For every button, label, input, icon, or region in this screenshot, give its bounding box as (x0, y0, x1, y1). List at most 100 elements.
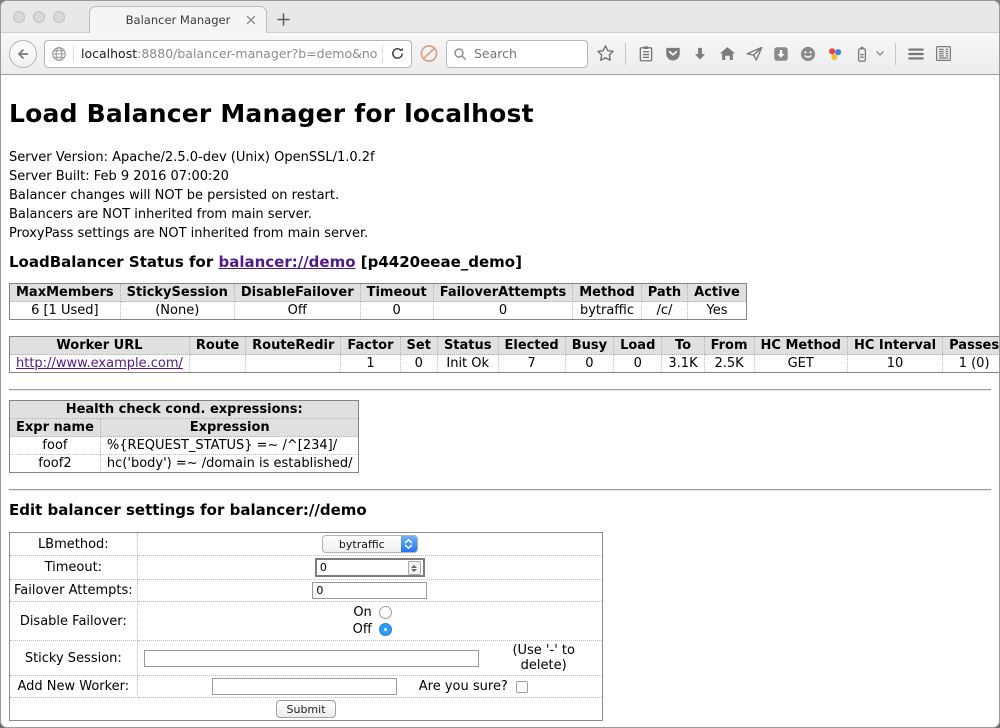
tab-balancer-manager[interactable]: Balancer Manager (89, 6, 267, 33)
balancer-demo-link[interactable]: balancer://demo (218, 253, 355, 271)
sticky-session-input[interactable] (144, 650, 480, 667)
col-status: Status (437, 337, 498, 355)
reader-grid-icon[interactable] (933, 44, 953, 64)
cell-hc-interval: 10 (847, 355, 942, 373)
downloads-icon[interactable] (690, 44, 710, 64)
col-from: From (704, 337, 754, 355)
number-stepper-icon[interactable] (408, 561, 421, 575)
cell-failoverattempts: 0 (433, 302, 573, 320)
cell-expr-name: foof (10, 437, 101, 455)
col-failoverattempts: FailoverAttempts (433, 284, 573, 302)
reload-button[interactable] (387, 44, 407, 64)
page-content: Load Balancer Manager for localhost Serv… (1, 75, 999, 728)
close-window-button[interactable] (13, 11, 25, 23)
are-you-sure-checkbox[interactable] (516, 681, 528, 693)
health-table-title: Health check cond. expressions: (10, 401, 359, 419)
browser-window: Balancer Manager localhost:8880/balancer… (0, 0, 1000, 728)
lbmethod-select[interactable]: bytraffic (322, 535, 418, 553)
url-bar[interactable]: localhost:8880/balancer-manager?b=demo&n… (44, 40, 412, 68)
table-row: foof %{REQUEST_STATUS} =~ /^[234]/ (10, 437, 359, 455)
url-divider (382, 45, 383, 63)
select-stepper-icon (401, 536, 417, 552)
zoom-window-button[interactable] (53, 11, 65, 23)
cell-maxmembers: 6 [1 Used] (10, 302, 121, 320)
col-path: Path (641, 284, 687, 302)
cell-expression: %{REQUEST_STATUS} =~ /^[234]/ (100, 437, 359, 455)
worker-table: Worker URL Route RouteRedir Factor Set S… (9, 336, 999, 373)
cell-timeout: 0 (360, 302, 433, 320)
form-row-failover-attempts: Failover Attempts: (10, 580, 603, 602)
inherit-notice-line: Balancers are NOT inherited from main se… (9, 205, 991, 224)
form-row-submit: Submit (10, 698, 603, 721)
col-factor: Factor (341, 337, 400, 355)
col-timeout: Timeout (360, 284, 433, 302)
edit-balancer-heading: Edit balancer settings for balancer://de… (9, 501, 991, 519)
sticky-session-label: Sticky Session: (10, 641, 138, 676)
form-row-sticky-session: Sticky Session: (Use '-' to delete) (10, 641, 603, 676)
globe-icon (51, 46, 74, 62)
download-panel-icon[interactable] (771, 44, 791, 64)
disable-failover-off-radio[interactable] (379, 623, 392, 636)
table-header-row: Worker URL Route RouteRedir Factor Set S… (10, 337, 1000, 355)
cell-active: Yes (688, 302, 747, 320)
cell-from: 2.5K (704, 355, 754, 373)
col-elected: Elected (498, 337, 565, 355)
add-worker-input[interactable] (212, 678, 397, 695)
chat-smiley-icon[interactable] (798, 44, 818, 64)
col-passes: Passes (943, 337, 999, 355)
persist-notice-line: Balancer changes will NOT be persisted o… (9, 186, 991, 205)
url-host: localhost (81, 46, 137, 61)
cell-expr-name: foof2 (10, 455, 101, 473)
cell-disablefailover: Off (234, 302, 360, 320)
pocket-icon[interactable] (663, 44, 683, 64)
chevron-down-icon[interactable] (875, 44, 885, 64)
are-you-sure-label: Are you sure? (419, 679, 508, 694)
failover-attempts-label: Failover Attempts: (10, 580, 138, 602)
tab-bar: Balancer Manager (1, 1, 999, 33)
cell-busy: 0 (565, 355, 613, 373)
back-button[interactable] (9, 40, 37, 68)
cell-status: Init Ok (437, 355, 498, 373)
col-busy: Busy (565, 337, 613, 355)
disable-failover-label: Disable Failover: (10, 602, 138, 641)
toolbar-separator (895, 43, 896, 65)
cell-path: /c/ (641, 302, 687, 320)
loadbalancer-status-heading: LoadBalancer Status for balancer://demo … (9, 253, 991, 271)
col-expr-name: Expr name (10, 419, 101, 437)
minimize-window-button[interactable] (33, 11, 45, 23)
new-tab-button[interactable] (273, 9, 293, 29)
submit-button[interactable]: Submit (276, 700, 335, 718)
form-row-add-worker: Add New Worker: Are you sure? (10, 676, 603, 698)
disable-failover-on-radio[interactable] (379, 606, 392, 619)
navigation-toolbar: localhost:8880/balancer-manager?b=demo&n… (1, 33, 999, 75)
url-path: :8880/balancer-manager?b=demo&nonce=decc… (137, 46, 378, 61)
col-routeredir: RouteRedir (246, 337, 341, 355)
col-maxmembers: MaxMembers (10, 284, 121, 302)
search-input[interactable] (472, 45, 572, 62)
col-stickysession: StickySession (120, 284, 234, 302)
search-icon (453, 47, 467, 61)
table-row: foof2 hc('body') =~ /domain is establish… (10, 455, 359, 473)
form-row-lbmethod: LBmethod: bytraffic (10, 533, 603, 556)
col-to: To (662, 337, 704, 355)
timeout-label: Timeout: (10, 556, 138, 580)
section-divider (9, 389, 991, 391)
failover-attempts-input[interactable] (312, 582, 427, 599)
worker-url-link[interactable]: http://www.example.com/ (16, 356, 183, 371)
server-built-line: Server Built: Feb 9 2016 07:00:20 (9, 167, 991, 186)
server-info: Server Version: Apache/2.5.0-dev (Unix) … (9, 148, 991, 243)
reading-list-icon[interactable] (636, 44, 656, 64)
add-worker-label: Add New Worker: (10, 676, 138, 698)
cell-set: 0 (400, 355, 437, 373)
bookmark-star-icon[interactable] (595, 44, 615, 64)
battery-icon[interactable] (852, 44, 872, 64)
send-plane-icon[interactable] (744, 44, 764, 64)
color-dots-extension-icon[interactable] (825, 44, 845, 64)
search-bar[interactable] (446, 40, 588, 68)
image-blocker-icon[interactable] (419, 44, 439, 64)
table-header-row: MaxMembers StickySession DisableFailover… (10, 284, 747, 302)
tab-close-icon[interactable] (245, 14, 257, 26)
home-icon[interactable] (717, 44, 737, 64)
cell-load: 0 (614, 355, 662, 373)
menu-hamburger-icon[interactable] (906, 44, 926, 64)
